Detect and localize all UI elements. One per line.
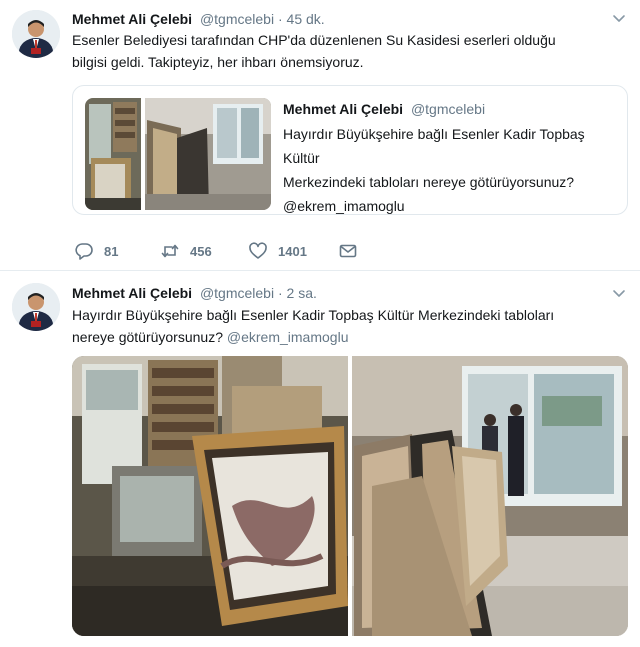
- separator: ·: [277, 11, 283, 27]
- author-name[interactable]: Mehmet Ali Çelebi: [72, 285, 192, 301]
- quoted-author-name[interactable]: Mehmet Ali Çelebi: [283, 101, 403, 117]
- tweet-text: Esenler Belediyesi tarafından CHP'da düz…: [72, 29, 628, 73]
- avatar[interactable]: [12, 10, 60, 58]
- quoted-tweet[interactable]: Mehmet Ali Çelebi @tgmcelebi Hayırdır Bü…: [72, 85, 628, 215]
- separator: ·: [277, 285, 283, 301]
- tweet-text-line: nereye götürüyorsunuz? @ekrem_imamoglu: [72, 326, 628, 348]
- reply-count: 81: [104, 243, 119, 259]
- retweet-button[interactable]: 456: [160, 238, 212, 264]
- chevron-down-icon[interactable]: [612, 12, 626, 26]
- reply-icon: [75, 243, 93, 260]
- quoted-tweet-text: Hayırdır Büyükşehire bağlı Esenler Kadir…: [283, 122, 613, 214]
- retweet-count: 456: [190, 243, 212, 259]
- timestamp[interactable]: 2 sa.: [287, 285, 317, 301]
- like-button[interactable]: 1401: [248, 238, 307, 264]
- chevron-down-icon[interactable]: [612, 287, 626, 301]
- author-handle[interactable]: @tgmcelebi: [200, 11, 274, 27]
- message-icon: [339, 244, 357, 258]
- tweet-1[interactable]: Mehmet Ali Çelebi @tgmcelebi · 45 dk. Es…: [0, 0, 640, 270]
- media-photo-1[interactable]: [72, 356, 348, 636]
- quoted-text-line: Merkezindeki tabloları nereye götürüyors…: [283, 174, 575, 190]
- tweet-header: Mehmet Ali Çelebi @tgmcelebi · 2 sa.: [72, 284, 317, 302]
- tweet-text: Hayırdır Büyükşehire bağlı Esenler Kadir…: [72, 304, 628, 348]
- tweet-text-line: Hayırdır Büyükşehire bağlı Esenler Kadir…: [72, 307, 555, 323]
- tweet-media[interactable]: [72, 356, 628, 636]
- tweet-actions: 81 456 1401: [72, 238, 472, 264]
- media-photo-2[interactable]: [352, 356, 628, 636]
- quoted-text-mention[interactable]: @ekrem_imamoglu: [283, 194, 613, 214]
- timestamp[interactable]: 45 dk.: [287, 11, 325, 27]
- tweet-header: Mehmet Ali Çelebi @tgmcelebi · 45 dk.: [72, 10, 325, 28]
- quoted-tweet-header: Mehmet Ali Çelebi @tgmcelebi: [283, 100, 485, 118]
- tweet-text-line: Esenler Belediyesi tarafından CHP'da düz…: [72, 32, 556, 48]
- reply-button[interactable]: 81: [74, 238, 118, 264]
- quoted-author-handle[interactable]: @tgmcelebi: [411, 101, 485, 117]
- avatar[interactable]: [12, 283, 60, 331]
- quoted-text-line: Hayırdır Büyükşehire bağlı Esenler Kadir…: [283, 126, 585, 166]
- mention-link[interactable]: @ekrem_imamoglu: [227, 329, 349, 345]
- quoted-tweet-media[interactable]: [85, 98, 271, 210]
- author-handle[interactable]: @tgmcelebi: [200, 285, 274, 301]
- direct-message-button[interactable]: [338, 238, 358, 264]
- like-count: 1401: [278, 243, 307, 259]
- author-name[interactable]: Mehmet Ali Çelebi: [72, 11, 192, 27]
- tweet-text-line: bilgisi geldi. Takipteyiz, her ihbarı ön…: [72, 54, 364, 70]
- tweet-text-fragment: nereye götürüyorsunuz?: [72, 329, 223, 345]
- like-icon: [249, 242, 267, 259]
- retweet-icon: [161, 244, 179, 258]
